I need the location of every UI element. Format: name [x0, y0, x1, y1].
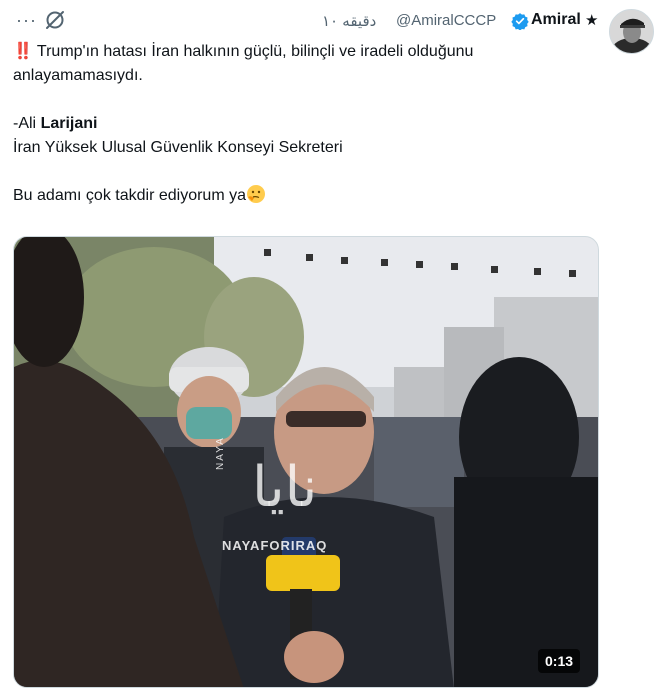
- tweet-header: ··· دقیقه ۱۰ @AmiralCCCP Amiral ★: [0, 0, 663, 54]
- tweet-line-title: İran Yüksek Ulusal Güvenlik Konseyi Sekr…: [13, 139, 343, 156]
- tweet-line-attribution: -Ali Larijani: [13, 115, 98, 132]
- author-name[interactable]: Amiral: [531, 11, 581, 29]
- grok-icon[interactable]: [44, 9, 66, 31]
- tweet-line-1: ‼️ Trump'ın hatası İran halkının güçlü, b…: [13, 43, 474, 84]
- video-duration-badge: 0:13: [538, 649, 581, 673]
- double-exclamation-emoji: ‼️: [13, 43, 33, 60]
- thinking-emoji-icon: [247, 185, 265, 203]
- tweet-text: ‼️ Trump'ın hatası İran halkının güçlü, b…: [13, 40, 593, 208]
- author-star-badge: ★: [585, 12, 599, 29]
- watermark-vertical: NAYA: [215, 436, 226, 470]
- author-handle[interactable]: @AmiralCCCP: [396, 12, 496, 29]
- watermark-english: NAYAFORIRAQ: [222, 538, 328, 553]
- watermark-arabic: نايا: [252, 455, 318, 520]
- tweet-time[interactable]: دقیقه ۱۰: [322, 12, 376, 30]
- avatar[interactable]: [609, 9, 654, 54]
- more-options-button[interactable]: ···: [16, 10, 37, 31]
- speaker-name: Larijani: [40, 115, 98, 132]
- tweet-line-comment: Bu adamı çok takdir ediyorum ya: [13, 184, 593, 208]
- verified-badge-icon: [511, 13, 529, 30]
